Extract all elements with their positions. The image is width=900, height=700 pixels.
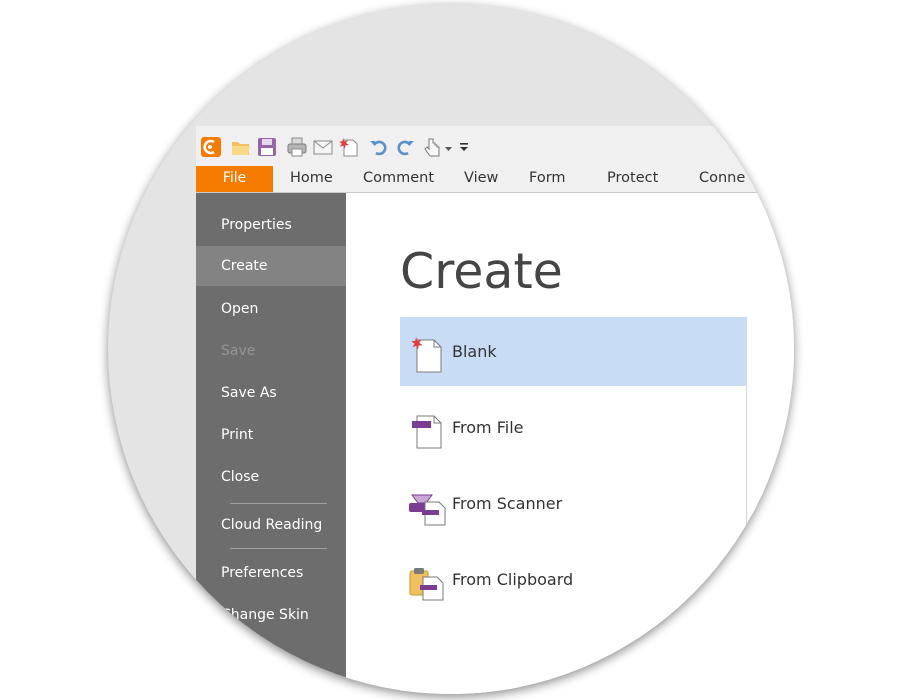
foxit-reader-window: File Home Comment View Form Protect Conn… bbox=[196, 126, 794, 694]
tab-comment[interactable]: Comment bbox=[363, 170, 434, 186]
open-folder-icon[interactable] bbox=[230, 136, 252, 158]
create-option-label: From Clipboard bbox=[452, 570, 574, 589]
create-option-label: Blank bbox=[452, 342, 497, 361]
create-option-from-scanner[interactable]: From Scanner bbox=[400, 469, 746, 538]
from-file-icon bbox=[408, 411, 448, 451]
clipboard-icon bbox=[408, 563, 448, 603]
scanner-icon bbox=[408, 487, 448, 527]
tab-home[interactable]: Home bbox=[290, 170, 333, 186]
save-icon[interactable] bbox=[256, 136, 278, 158]
hand-dropdown-icon[interactable] bbox=[444, 136, 454, 158]
tab-form[interactable]: Form bbox=[529, 170, 566, 186]
sidebar-item-open[interactable]: Open bbox=[196, 289, 346, 329]
tab-file[interactable]: File bbox=[196, 166, 273, 192]
sidebar-item-save: Save bbox=[221, 343, 256, 359]
tab-view[interactable]: View bbox=[464, 170, 498, 186]
sidebar-divider bbox=[230, 548, 327, 549]
hand-tool-icon[interactable] bbox=[422, 136, 444, 158]
create-option-label: From Scanner bbox=[452, 494, 563, 513]
create-options-list: Blank From File From Scanner From Clipbo… bbox=[400, 317, 747, 694]
sidebar-item-properties[interactable]: Properties bbox=[196, 205, 346, 245]
blank-document-icon bbox=[408, 335, 448, 375]
tab-connect[interactable]: Conne bbox=[699, 170, 745, 186]
create-option-blank[interactable]: Blank bbox=[400, 317, 746, 386]
create-option-from-file[interactable]: From File bbox=[400, 393, 746, 462]
circular-frame: File Home Comment View Form Protect Conn… bbox=[108, 4, 794, 694]
app-logo-icon[interactable] bbox=[200, 136, 222, 158]
sidebar-item-create[interactable]: Create bbox=[196, 246, 346, 286]
sidebar-divider bbox=[230, 503, 327, 504]
sidebar-item-close[interactable]: Close bbox=[196, 457, 346, 497]
ribbon-tabs: File Home Comment View Form Protect Conn… bbox=[196, 166, 794, 193]
email-icon[interactable] bbox=[312, 136, 334, 158]
customize-toolbar-icon[interactable] bbox=[458, 136, 470, 158]
sidebar-item-print[interactable]: Print bbox=[196, 415, 346, 455]
create-option-from-clipboard[interactable]: From Clipboard bbox=[400, 545, 746, 614]
sidebar-item-save-as[interactable]: Save As bbox=[196, 373, 346, 413]
create-panel: Create Blank From File From Scanner From… bbox=[346, 193, 794, 694]
undo-icon[interactable] bbox=[368, 136, 390, 158]
sidebar-item-preferences[interactable]: Preferences bbox=[196, 553, 346, 593]
sidebar-item-change-skin[interactable]: Change Skin bbox=[196, 595, 346, 635]
sidebar-item-cloud-reading[interactable]: Cloud Reading bbox=[196, 505, 346, 545]
tab-protect[interactable]: Protect bbox=[607, 170, 658, 186]
redo-icon[interactable] bbox=[394, 136, 416, 158]
page-title: Create bbox=[400, 243, 563, 300]
file-menu-sidebar: Properties Create Open Save Save As Prin… bbox=[196, 193, 346, 694]
print-icon[interactable] bbox=[286, 136, 308, 158]
quick-access-toolbar bbox=[196, 126, 794, 166]
new-document-icon[interactable] bbox=[338, 136, 360, 158]
create-option-label: From File bbox=[452, 418, 524, 437]
